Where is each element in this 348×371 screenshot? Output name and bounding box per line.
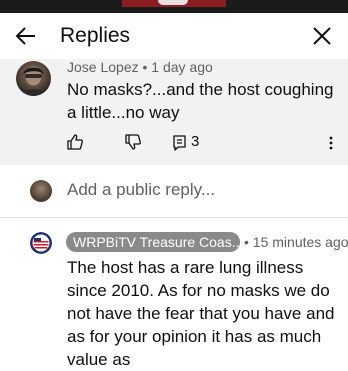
dislike-button[interactable] <box>124 133 142 151</box>
reply-time: 15 minutes ago <box>252 234 348 250</box>
comment-time: 1 day ago <box>151 59 213 75</box>
comment-icon <box>173 135 186 151</box>
back-button[interactable] <box>12 22 40 50</box>
reply-text: The host has a rare lung illness since 2… <box>67 258 335 369</box>
channel-name-chip[interactable]: WRPBiTV Treasure Coas... <box>66 232 240 252</box>
more-options-button[interactable] <box>324 134 338 152</box>
reply-input[interactable]: Add a public reply... <box>67 180 215 200</box>
reply-comment: WRPBiTV Treasure Coas... • 15 minutes ag… <box>0 218 348 369</box>
reply-meta: • 15 minutes ago <box>244 234 348 250</box>
meta-separator: • <box>142 59 148 75</box>
page-title: Replies <box>60 24 131 47</box>
arrow-left-icon <box>15 27 35 45</box>
add-reply-row[interactable]: Add a public reply... <box>0 165 348 217</box>
meta-separator: • <box>244 234 249 250</box>
channel-logo <box>30 232 52 254</box>
reply-count: 3 <box>191 133 200 150</box>
more-vertical-icon <box>329 136 333 150</box>
avatar-image <box>19 66 48 96</box>
replies-button[interactable]: 3 <box>172 133 212 153</box>
comment-meta: Jose Lopez • 1 day ago <box>67 59 213 75</box>
close-button[interactable] <box>308 22 336 50</box>
avatar[interactable] <box>30 232 52 254</box>
replies-header: Replies <box>0 13 348 59</box>
video-thumbnail <box>122 0 226 7</box>
avatar[interactable] <box>16 61 51 96</box>
comment-actions: 3 <box>0 133 348 157</box>
comment-text: No masks?...and the host coughing a litt… <box>67 80 334 122</box>
comment-author[interactable]: Jose Lopez <box>67 59 139 75</box>
thumbs-down-icon <box>125 134 141 150</box>
avatar <box>30 180 52 202</box>
like-button[interactable] <box>66 133 84 151</box>
video-player-strip <box>0 0 348 13</box>
close-icon <box>313 27 331 45</box>
parent-comment: Jose Lopez • 1 day ago No masks?...and t… <box>0 59 348 165</box>
thumbs-up-icon <box>67 134 83 150</box>
